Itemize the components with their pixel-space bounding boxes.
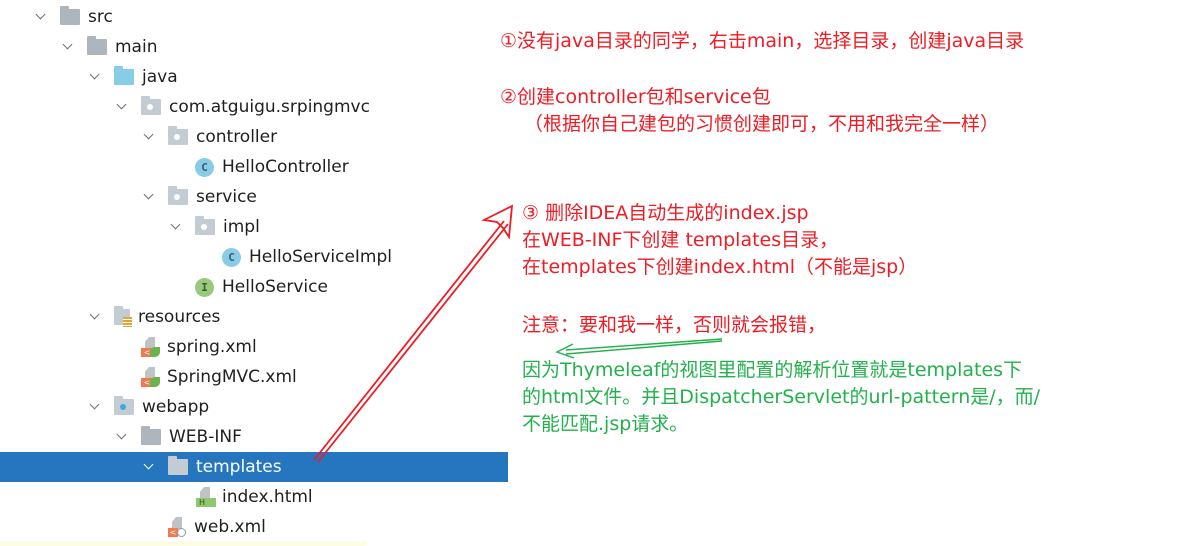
green-arrow: [555, 338, 723, 359]
red-arrow: [313, 204, 514, 463]
annotation-arrows: [313, 204, 723, 463]
